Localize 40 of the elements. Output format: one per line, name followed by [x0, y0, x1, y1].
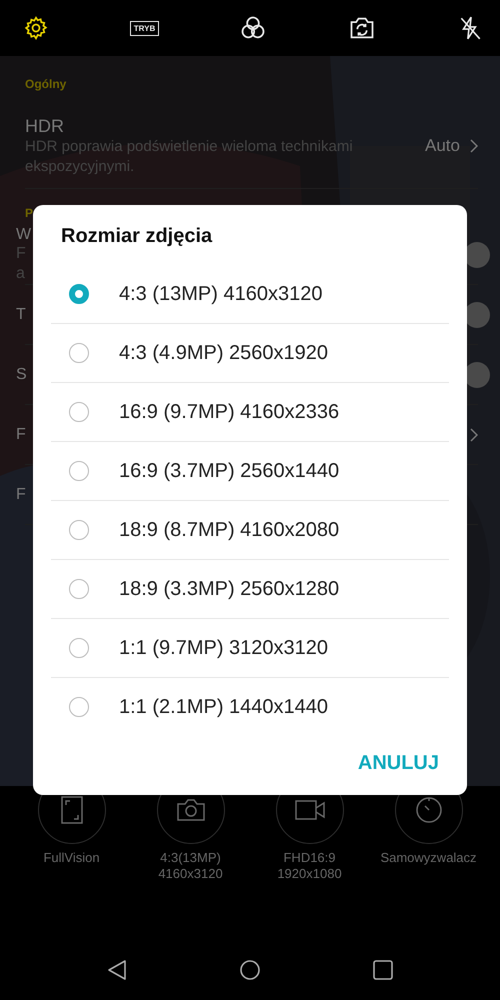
radio-button[interactable]: [69, 402, 89, 422]
radio-button[interactable]: [69, 461, 89, 481]
setting-title: F: [16, 486, 26, 504]
chevron-icon: [470, 139, 478, 153]
size-option[interactable]: 4:3 (13MP) 4160x3120: [51, 265, 449, 324]
setting-title: HDR: [25, 116, 64, 136]
size-option[interactable]: 16:9 (9.7MP) 4160x2336: [51, 383, 449, 442]
mode-label: Samowyzwalacz: [380, 850, 477, 866]
size-option[interactable]: 18:9 (3.3MP) 2560x1280: [51, 560, 449, 619]
size-option[interactable]: 18:9 (8.7MP) 4160x2080: [51, 501, 449, 560]
mode-label: FHD16:9 1920x1080: [277, 850, 342, 882]
frame-icon: [60, 795, 84, 825]
size-option[interactable]: 16:9 (3.7MP) 2560x1440: [51, 442, 449, 501]
setting-title: T: [16, 306, 26, 324]
radio-button[interactable]: [69, 343, 89, 363]
camera-icon: [176, 797, 206, 823]
home-icon[interactable]: [237, 957, 263, 983]
timer-icon: [414, 796, 442, 824]
radio-button[interactable]: [69, 579, 89, 599]
video-camera-icon: [294, 799, 324, 821]
size-option[interactable]: 1:1 (2.1MP) 1440x1440: [51, 678, 449, 736]
mode-label: FullVision: [43, 850, 100, 866]
setting-title: S: [16, 366, 27, 384]
setting-title: F: [16, 426, 26, 444]
radio-button[interactable]: [69, 638, 89, 658]
radio-button[interactable]: [69, 520, 89, 540]
recents-icon[interactable]: [371, 958, 395, 982]
radio-button[interactable]: [69, 284, 89, 304]
size-option[interactable]: 4:3 (4.9MP) 2560x1920: [51, 324, 449, 383]
mode-button[interactable]: TRYB: [128, 12, 160, 44]
section-heading: P: [25, 205, 34, 222]
size-option[interactable]: 1:1 (9.7MP) 3120x3120: [51, 619, 449, 678]
back-icon[interactable]: [105, 957, 129, 983]
dialog-title: Rozmiar zdjęcia: [60, 224, 214, 249]
setting-title: W: [16, 226, 32, 244]
setting-value: Auto: [425, 136, 460, 156]
radio-button[interactable]: [69, 697, 89, 717]
chevron-icon: [470, 428, 478, 442]
mode-label: 4:3(13MP) 4160x3120: [158, 850, 223, 882]
section-heading: Ogólny: [25, 76, 68, 93]
